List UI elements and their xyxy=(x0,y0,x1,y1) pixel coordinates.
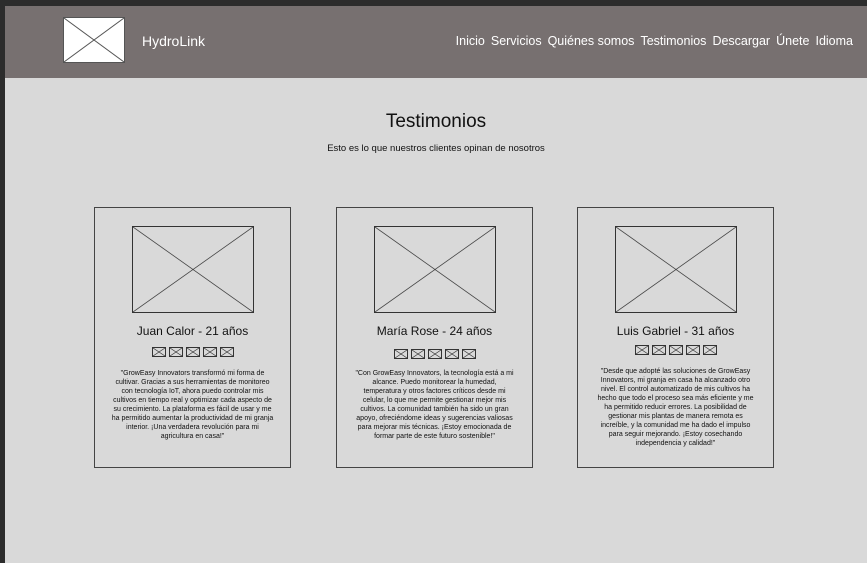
star-icon xyxy=(219,347,234,357)
nav-link-descargar[interactable]: Descargar xyxy=(712,33,770,49)
star-icon xyxy=(410,349,425,359)
star-icon xyxy=(444,349,459,359)
testimonial-photo xyxy=(374,226,496,313)
testimonial-name: Luis Gabriel - 31 años xyxy=(616,324,735,338)
testimonial-name: Juan Calor - 21 años xyxy=(136,324,249,338)
nav-link-inicio[interactable]: Inicio xyxy=(456,33,485,49)
image-placeholder-icon xyxy=(375,227,495,312)
testimonial-quote: "Desde que adopté las soluciones de Grow… xyxy=(597,368,754,447)
star-icon xyxy=(668,345,683,355)
nav-link-unete[interactable]: Únete xyxy=(776,33,809,49)
image-placeholder-icon xyxy=(133,227,253,312)
testimonial-card: Luis Gabriel - 31 años "Desde que adopté… xyxy=(577,207,774,468)
top-navbar: HydroLink Inicio Servicios Quiénes somos… xyxy=(5,6,867,78)
star-icon xyxy=(151,347,166,357)
section-subtitle: Esto es lo que nuestros clientes opinan … xyxy=(327,143,545,154)
star-icon xyxy=(634,345,649,355)
page-frame: HydroLink Inicio Servicios Quiénes somos… xyxy=(5,6,867,563)
rating-stars xyxy=(337,349,532,359)
star-icon xyxy=(393,349,408,359)
testimonial-quote: "GrowEasy Innovators transformó mi forma… xyxy=(111,370,274,440)
testimonial-photo xyxy=(615,226,737,313)
nav-link-idioma[interactable]: Idioma xyxy=(815,33,853,49)
rating-stars xyxy=(95,347,290,357)
section-title: Testimonios xyxy=(385,111,487,132)
nav-link-testimonios[interactable]: Testimonios xyxy=(640,33,706,49)
logo-placeholder-image[interactable] xyxy=(63,17,125,63)
rating-stars xyxy=(578,345,773,355)
testimonial-quote: "Con GrowEasy Innovators, la tecnología … xyxy=(355,370,514,440)
brand-name[interactable]: HydroLink xyxy=(142,32,205,50)
star-icon xyxy=(427,349,442,359)
star-icon xyxy=(185,347,200,357)
testimonial-card: María Rose - 24 años "Con GrowEasy Innov… xyxy=(336,207,533,468)
testimonial-name: María Rose - 24 años xyxy=(376,324,493,338)
image-placeholder-icon xyxy=(616,227,736,312)
star-icon xyxy=(202,347,217,357)
star-icon xyxy=(461,349,476,359)
testimonial-photo xyxy=(132,226,254,313)
testimonial-card: Juan Calor - 21 años "GrowEasy Innovator… xyxy=(94,207,291,468)
nav-link-quienes-somos[interactable]: Quiénes somos xyxy=(548,33,635,49)
star-icon xyxy=(651,345,666,355)
image-placeholder-icon xyxy=(64,18,124,62)
star-icon xyxy=(685,345,700,355)
main-nav: Inicio Servicios Quiénes somos Testimoni… xyxy=(456,33,853,49)
star-icon xyxy=(168,347,183,357)
nav-link-servicios[interactable]: Servicios xyxy=(491,33,542,49)
star-icon xyxy=(702,345,717,355)
